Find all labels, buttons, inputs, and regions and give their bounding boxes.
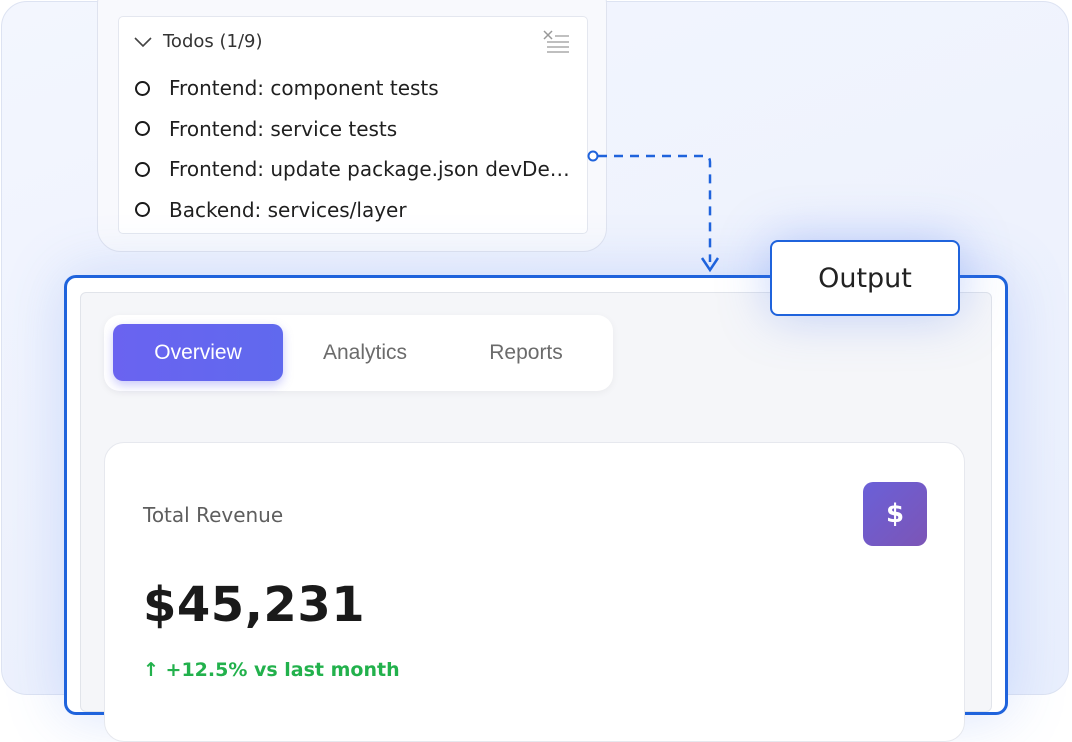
dollar-icon: $ bbox=[863, 482, 927, 546]
todo-item-label: Frontend: service tests bbox=[169, 116, 398, 141]
todo-card: Todos (1/9) Frontend: component tests Fr… bbox=[118, 16, 588, 234]
todo-item-label: Backend: services/layer bbox=[169, 197, 407, 222]
revenue-title: Total Revenue bbox=[143, 503, 284, 527]
revenue-value: $45,231 bbox=[143, 577, 366, 633]
revenue-card: Total Revenue $ $45,231 ↑ +12.5% vs last… bbox=[104, 442, 965, 742]
output-label: Output bbox=[770, 240, 960, 316]
circle-icon[interactable] bbox=[135, 202, 150, 218]
revenue-change: ↑ +12.5% vs last month bbox=[143, 659, 400, 681]
todo-item-label: Frontend: component tests bbox=[169, 76, 439, 101]
circle-icon[interactable] bbox=[135, 161, 150, 177]
circle-icon[interactable] bbox=[135, 121, 150, 137]
todo-item[interactable]: Frontend: component tests bbox=[135, 68, 574, 109]
chevron-down-icon[interactable] bbox=[133, 35, 153, 49]
todo-item-label: Frontend: update package.json devDepende… bbox=[169, 157, 574, 182]
circle-icon[interactable] bbox=[135, 80, 150, 96]
todo-item[interactable]: Frontend: update package.json devDepende… bbox=[135, 149, 574, 190]
todo-item[interactable]: Frontend: service tests bbox=[135, 109, 574, 150]
clear-list-icon[interactable] bbox=[542, 29, 570, 55]
todo-title: Todos (1/9) bbox=[163, 31, 263, 52]
tab-bar: Overview Analytics Reports bbox=[104, 315, 613, 391]
todo-header[interactable]: Todos (1/9) bbox=[133, 31, 263, 52]
todo-list: Frontend: component tests Frontend: serv… bbox=[135, 68, 574, 230]
todo-item[interactable]: Backend: services/layer bbox=[135, 190, 574, 231]
tab-overview[interactable]: Overview bbox=[113, 324, 283, 381]
dollar-glyph: $ bbox=[885, 499, 905, 529]
tab-reports[interactable]: Reports bbox=[464, 324, 588, 381]
tab-analytics[interactable]: Analytics bbox=[300, 324, 430, 381]
